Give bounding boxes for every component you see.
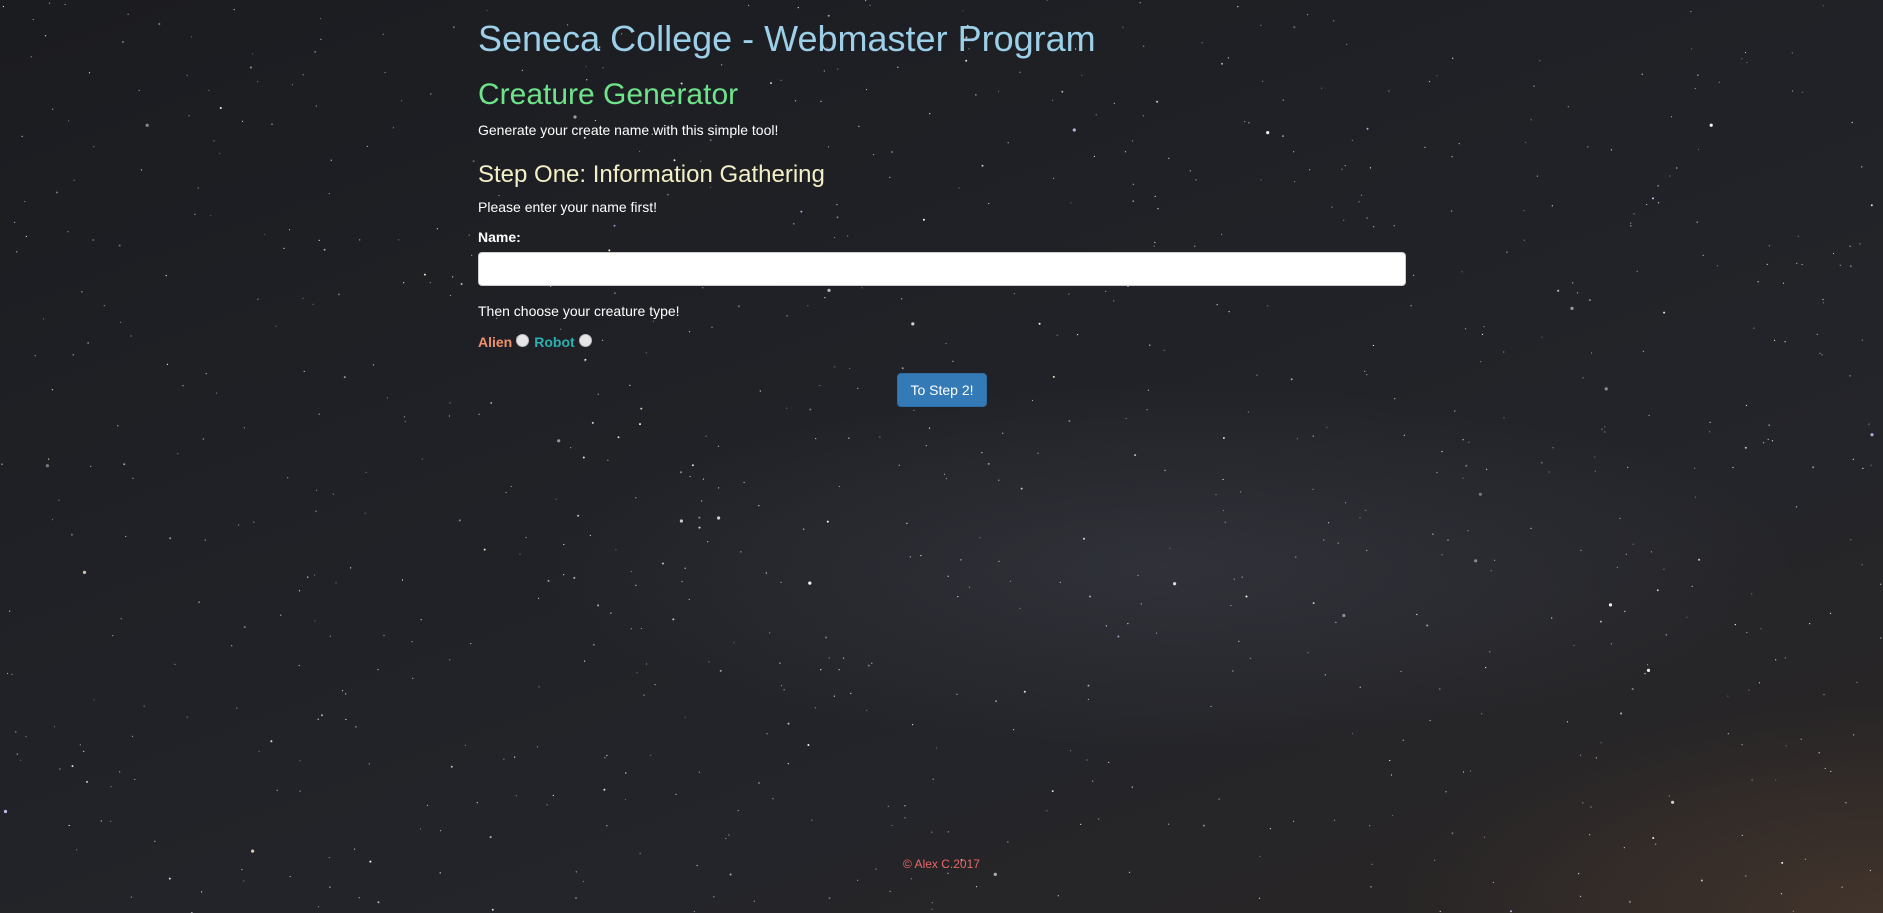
name-instructions: Please enter your name first!: [478, 199, 657, 215]
creature-type-options: Alien Robot: [478, 333, 597, 350]
name-input[interactable]: [478, 252, 1406, 286]
robot-radio[interactable]: [578, 333, 592, 347]
creature-type-prompt: Then choose your creature type!: [478, 303, 680, 319]
generator-title: Creature Generator: [478, 78, 739, 111]
tagline: Generate your create name with this simp…: [478, 122, 779, 138]
footer-copyright: © Alex C.2017: [903, 857, 980, 871]
robot-option-label[interactable]: Robot: [534, 334, 574, 350]
starfield-background: [1, 0, 1882, 913]
name-label: Name:: [478, 229, 521, 245]
alien-option-label[interactable]: Alien: [478, 334, 512, 350]
alien-radio[interactable]: [516, 333, 530, 347]
step-title: Step One: Information Gathering: [478, 161, 825, 188]
to-step-2-button[interactable]: To Step 2!: [897, 373, 987, 407]
site-title: Seneca College - Webmaster Program: [478, 18, 1096, 59]
